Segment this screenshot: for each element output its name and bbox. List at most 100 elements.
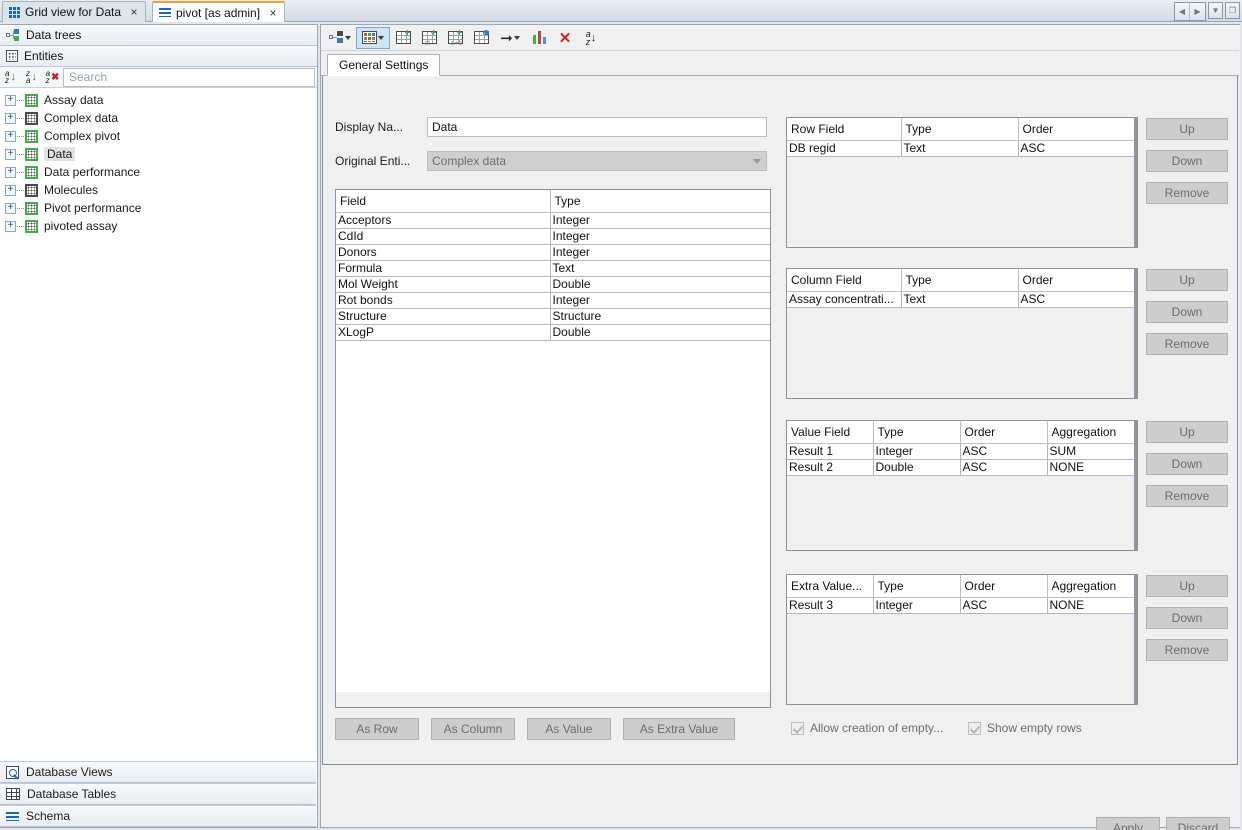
search-input[interactable] xyxy=(63,68,315,87)
sort-button[interactable]: az ↓ xyxy=(578,27,604,49)
extra-value-field-up-button[interactable]: Up xyxy=(1146,575,1228,597)
value-field-remove-button[interactable]: Remove xyxy=(1146,485,1228,507)
tab-list-dropdown-button[interactable]: ▼ xyxy=(1208,2,1223,19)
discard-button[interactable]: Discard xyxy=(1166,817,1230,830)
tree-item-assay-data[interactable]: +Assay data xyxy=(0,91,317,109)
column-field-table[interactable]: Column FieldTypeOrder Assay concentrati.… xyxy=(786,268,1138,399)
extra-value-field-remove-button[interactable]: Remove xyxy=(1146,639,1228,661)
column-field-down-button[interactable]: Down xyxy=(1146,301,1228,323)
nav-next-button[interactable]: ▶ xyxy=(1190,3,1205,20)
display-name-input[interactable] xyxy=(427,117,767,137)
column-field-remove-button[interactable]: Remove xyxy=(1146,333,1228,355)
original-entity-select[interactable]: Complex data xyxy=(427,151,767,171)
clear-sort-button[interactable]: az ✖ xyxy=(42,68,63,87)
column-header[interactable]: Type xyxy=(873,421,960,443)
new-calculated-entity-button[interactable]: +ct xyxy=(416,27,442,49)
sidebar-item-database-tables[interactable]: Database Tables xyxy=(0,783,316,805)
data-tree-button[interactable] xyxy=(324,27,356,49)
entities-header[interactable]: Entities xyxy=(0,46,317,67)
fields-table[interactable]: FieldType AcceptorsIntegerCdIdIntegerDon… xyxy=(335,189,771,708)
expand-icon[interactable]: + xyxy=(5,131,16,142)
extra-value-field-table[interactable]: Extra Value...TypeOrderAggregation Resul… xyxy=(786,574,1138,705)
delete-button[interactable]: ✕ xyxy=(552,27,578,49)
row-field-down-button[interactable]: Down xyxy=(1146,150,1228,172)
table-row[interactable]: Result 1IntegerASCSUM xyxy=(787,443,1137,459)
value-field-down-button[interactable]: Down xyxy=(1146,453,1228,475)
row-field-table[interactable]: Row FieldTypeOrder DB regidTextASC xyxy=(786,117,1138,248)
as-row-button[interactable]: As Row xyxy=(335,718,419,740)
column-header[interactable]: Type xyxy=(901,269,1018,291)
nav-prev-button[interactable]: ◀ xyxy=(1175,3,1190,20)
tree-item-data-performance[interactable]: +Data performance xyxy=(0,163,317,181)
expand-icon[interactable]: + xyxy=(5,95,16,106)
table-row[interactable]: Result 3IntegerASCNONE xyxy=(787,597,1137,613)
tab-close-icon[interactable]: × xyxy=(268,6,278,20)
as-extra-value-button[interactable]: As Extra Value xyxy=(623,718,735,740)
column-header[interactable]: Order xyxy=(1018,118,1137,140)
expand-icon[interactable]: + xyxy=(5,113,16,124)
tree-item-data[interactable]: +Data xyxy=(0,145,317,163)
table-row[interactable]: Mol WeightDouble xyxy=(336,276,770,292)
column-header[interactable]: Order xyxy=(960,575,1047,597)
table-row[interactable]: DB regidTextASC xyxy=(787,140,1137,156)
column-header[interactable]: Type xyxy=(873,575,960,597)
tree-item-pivot-performance[interactable]: +Pivot performance xyxy=(0,199,317,217)
row-field-up-button[interactable]: Up xyxy=(1146,118,1228,140)
expand-icon[interactable]: + xyxy=(5,167,16,178)
tab-general-settings[interactable]: General Settings xyxy=(327,54,440,76)
entities-tree[interactable]: +Assay data+Complex data+Complex pivot+D… xyxy=(0,88,317,743)
sort-descending-button[interactable]: za ↓ xyxy=(21,68,42,87)
column-header[interactable]: Type xyxy=(901,118,1018,140)
column-header[interactable]: Aggregation xyxy=(1047,575,1137,597)
column-header[interactable]: Order xyxy=(1018,269,1137,291)
data-trees-header[interactable]: Data trees xyxy=(0,25,317,46)
column-field-up-button[interactable]: Up xyxy=(1146,269,1228,291)
sidebar-item-schema[interactable]: Schema xyxy=(0,805,316,827)
column-header[interactable]: Extra Value... xyxy=(787,575,873,597)
table-row[interactable]: StructureStructure xyxy=(336,308,770,324)
row-field-remove-button[interactable]: Remove xyxy=(1146,182,1228,204)
table-row[interactable]: Assay concentrati...TextASC xyxy=(787,291,1137,307)
tree-item-molecules[interactable]: +Molecules xyxy=(0,181,317,199)
extra-value-field-down-button[interactable]: Down xyxy=(1146,607,1228,629)
table-row[interactable]: XLogPDouble xyxy=(336,324,770,340)
tree-item-pivoted-assay[interactable]: +pivoted assay xyxy=(0,217,317,235)
value-field-up-button[interactable]: Up xyxy=(1146,421,1228,443)
tab-pivot-as-admin[interactable]: pivot [as admin] × xyxy=(152,1,285,22)
column-header[interactable]: Aggregation xyxy=(1047,421,1137,443)
column-header[interactable]: Type xyxy=(550,190,770,212)
relation-button[interactable]: ➞ xyxy=(494,27,526,49)
new-entity-button[interactable]: + xyxy=(390,27,416,49)
table-row[interactable]: Result 2DoubleASCNONE xyxy=(787,459,1137,475)
expand-icon[interactable]: + xyxy=(5,149,16,160)
sidebar-item-database-views[interactable]: Database Views xyxy=(0,761,316,783)
column-header[interactable]: Order xyxy=(960,421,1047,443)
tab-grid-view-for-data[interactable]: Grid view for Data × xyxy=(2,1,146,22)
sort-ascending-button[interactable]: az ↓ xyxy=(0,68,21,87)
table-row[interactable]: Rot bondsInteger xyxy=(336,292,770,308)
apply-button[interactable]: Apply xyxy=(1096,817,1160,830)
column-header[interactable]: Field xyxy=(336,190,550,212)
column-header[interactable]: Row Field xyxy=(787,118,901,140)
allow-creation-of-empty-checkbox[interactable]: Allow creation of empty... xyxy=(791,721,943,735)
expand-icon[interactable]: + xyxy=(5,185,16,196)
tab-close-icon[interactable]: × xyxy=(129,5,139,19)
entity-button[interactable] xyxy=(356,27,390,49)
tree-item-complex-pivot[interactable]: +Complex pivot xyxy=(0,127,317,145)
chart-button[interactable] xyxy=(526,27,552,49)
expand-icon[interactable]: + xyxy=(5,203,16,214)
new-pivot-entity-button[interactable] xyxy=(468,27,494,49)
tree-item-complex-data[interactable]: +Complex data xyxy=(0,109,317,127)
as-value-button[interactable]: As Value xyxy=(527,718,611,740)
show-empty-rows-checkbox[interactable]: Show empty rows xyxy=(968,721,1082,735)
expand-icon[interactable]: + xyxy=(5,221,16,232)
column-header[interactable]: Value Field xyxy=(787,421,873,443)
value-field-table[interactable]: Value FieldTypeOrderAggregation Result 1… xyxy=(786,420,1138,551)
column-header[interactable]: Column Field xyxy=(787,269,901,291)
table-row[interactable]: FormulaText xyxy=(336,260,770,276)
as-column-button[interactable]: As Column xyxy=(431,718,515,740)
table-row[interactable]: CdIdInteger xyxy=(336,228,770,244)
table-row[interactable]: AcceptorsInteger xyxy=(336,212,770,228)
restore-window-button[interactable]: ❐ xyxy=(1225,2,1240,19)
table-row[interactable]: DonorsInteger xyxy=(336,244,770,260)
